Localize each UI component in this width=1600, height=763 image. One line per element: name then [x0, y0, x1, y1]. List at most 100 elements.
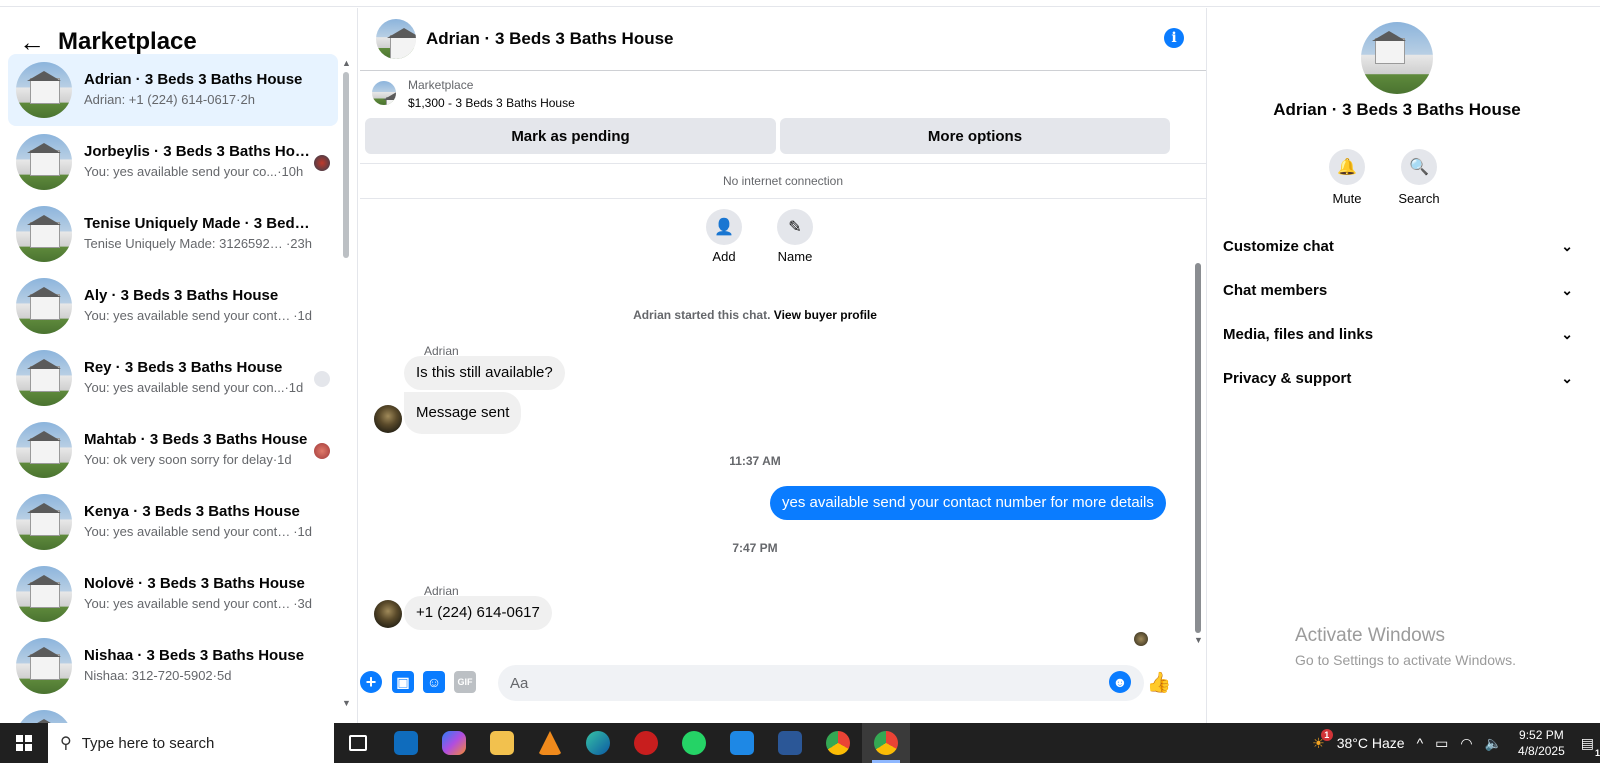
notification-count: 1 [1594, 747, 1600, 758]
chat-scrollbar[interactable]: ▼ [1194, 263, 1203, 653]
news-icon[interactable] [766, 723, 814, 763]
incoming-message[interactable]: Is this still available? [404, 356, 565, 390]
name-label: Name [777, 249, 813, 264]
gif-icon[interactable]: GIF [454, 671, 476, 693]
outgoing-message[interactable]: yes available send your contact number f… [770, 486, 1166, 520]
conversation-item[interactable]: Nolovë · 3 Beds 3 Baths House You: yes a… [8, 558, 338, 630]
notification-icon[interactable]: ▤ 1 [1581, 735, 1600, 758]
scroll-up-icon[interactable]: ▲ [342, 58, 351, 68]
chevron-up-icon[interactable]: ^ [1417, 735, 1424, 751]
scroll-down-icon[interactable]: ▼ [1194, 635, 1203, 645]
emoji-icon[interactable]: ☻ [1109, 671, 1131, 693]
connection-status: No internet connection [360, 163, 1206, 199]
conversation-list: Adrian · 3 Beds 3 Baths House Adrian: +1… [8, 54, 338, 723]
windows-taskbar: ⚲ Type here to search ☀ 1 38°C Haze ^ ▭ ◠… [0, 723, 1600, 763]
activation-watermark-title: Activate Windows [1295, 625, 1445, 646]
messenger-app: ← Marketplace Adrian · 3 Beds 3 Baths Ho… [0, 0, 1600, 723]
incoming-message[interactable]: Message sent [404, 392, 522, 434]
conversation-item[interactable]: Mahtab · 3 Beds 3 Baths House You: ok ve… [8, 414, 338, 486]
app-red-icon[interactable] [622, 723, 670, 763]
conversation-item[interactable]: Jorbeylis · 3 Beds 3 Baths Hou... You: y… [8, 126, 338, 198]
listing-label: Marketplace [408, 78, 474, 92]
name-action[interactable]: ✎ Name [765, 209, 825, 264]
scroll-down-icon[interactable]: ▼ [342, 698, 351, 708]
back-arrow-icon[interactable]: ← [18, 27, 46, 57]
listing-thumb[interactable] [372, 81, 396, 105]
mark-pending-button[interactable]: Mark as pending [365, 118, 776, 154]
info-icon[interactable]: i [1164, 28, 1184, 48]
chat-title[interactable]: Adrian · 3 Beds 3 Baths House [426, 29, 674, 49]
conversation-item[interactable]: Kenya · 3 Beds 3 Baths House You: yes av… [8, 486, 338, 558]
weather-icon[interactable]: ☀ 1 [1312, 728, 1333, 752]
conversation-name: Kenya · 3 Beds 3 Baths House [84, 503, 300, 520]
scroll-thumb[interactable] [343, 72, 349, 258]
conversation-item[interactable]: Tenise Uniquely Made · 3 Beds 3... Tenis… [8, 198, 338, 270]
chat-avatar[interactable] [376, 19, 416, 59]
bell-icon[interactable]: 🔔 [1329, 149, 1365, 185]
conversation-item-partial[interactable] [8, 702, 338, 723]
scroll-thumb[interactable] [1195, 263, 1201, 633]
outlook-icon[interactable] [382, 723, 430, 763]
section-label: Media, files and links [1223, 325, 1374, 343]
vlc-icon[interactable] [526, 723, 574, 763]
edge-icon[interactable] [574, 723, 622, 763]
chrome-profile-icon[interactable] [862, 723, 910, 763]
file-explorer-icon[interactable] [478, 723, 526, 763]
conversation-item[interactable]: Adrian · 3 Beds 3 Baths House Adrian: +1… [8, 54, 338, 126]
view-buyer-profile-link[interactable]: View buyer profile [774, 308, 877, 322]
sticker-icon[interactable]: ☺ [423, 671, 445, 693]
volume-icon[interactable]: 🔈 [1485, 735, 1502, 752]
chevron-down-icon: ⌄ [1561, 281, 1573, 298]
conversation-item[interactable]: Nishaa · 3 Beds 3 Baths House Nishaa: 31… [8, 630, 338, 702]
more-options-button[interactable]: More options [780, 118, 1170, 154]
conversation-item[interactable]: Aly · 3 Beds 3 Baths House You: yes avai… [8, 270, 338, 342]
battery-icon[interactable]: ▭ [1435, 735, 1448, 752]
sidebar-scrollbar[interactable]: ▲ ▼ [342, 58, 351, 718]
section-media-files-links[interactable]: Media, files and links ⌄ [1223, 322, 1573, 346]
listing-price[interactable]: $1,300 - 3 Beds 3 Baths House [408, 96, 575, 110]
section-privacy-support[interactable]: Privacy & support ⌄ [1223, 366, 1573, 390]
conversation-time: ·1d [272, 452, 292, 467]
section-chat-members[interactable]: Chat members ⌄ [1223, 278, 1573, 302]
add-label: Add [712, 249, 736, 264]
mute-action[interactable]: 🔔 Mute [1317, 149, 1377, 206]
add-action[interactable]: 👤 Add [694, 209, 754, 264]
read-receipt-avatar-icon [314, 155, 330, 171]
task-view-icon[interactable] [334, 723, 382, 763]
wifi-icon[interactable]: ◠ [1460, 735, 1472, 752]
sender-avatar[interactable] [374, 600, 402, 628]
details-avatar[interactable] [1361, 22, 1433, 94]
conversation-name: Nishaa · 3 Beds 3 Baths House [84, 647, 305, 664]
weather-text[interactable]: 38°C Haze [1337, 735, 1405, 751]
conversation-time: ·3d [293, 596, 312, 611]
incoming-message[interactable]: +1 (224) 614-0617 [404, 596, 552, 630]
copilot-icon[interactable] [430, 723, 478, 763]
whatsapp-icon[interactable] [670, 723, 718, 763]
conversation-preview: You: yes available send your contac... [84, 596, 294, 611]
add-person-icon[interactable]: 👤 [706, 209, 742, 245]
system-tray: ☀ 1 38°C Haze ^ ▭ ◠ 🔈 9:52 PM 4/8/2025 ▤ 1 [1306, 723, 1600, 763]
conversation-name: Aly · 3 Beds 3 Baths House [84, 287, 279, 304]
message-input[interactable] [498, 665, 1144, 701]
conversation-item[interactable]: Rey · 3 Beds 3 Baths House You: yes avai… [8, 342, 338, 414]
search-action[interactable]: 🔍 Search [1389, 149, 1449, 206]
conversation-preview: You: yes available send your contac... [84, 524, 294, 539]
taskbar-search[interactable]: ⚲ Type here to search [48, 723, 334, 763]
thumbs-up-icon[interactable]: 👍 [1147, 671, 1172, 694]
chrome-icon[interactable] [814, 723, 862, 763]
section-customize-chat[interactable]: Customize chat ⌄ [1223, 234, 1573, 258]
listing-avatar [16, 350, 72, 406]
weather-badge: 1 [1320, 728, 1333, 741]
search-icon[interactable]: 🔍 [1401, 149, 1437, 185]
sender-avatar[interactable] [374, 405, 402, 433]
pencil-icon[interactable]: ✎ [777, 209, 813, 245]
clock[interactable]: 9:52 PM 4/8/2025 [1518, 727, 1565, 759]
conversation-name: Mahtab · 3 Beds 3 Baths House [84, 431, 308, 448]
store-icon[interactable] [718, 723, 766, 763]
photo-icon[interactable]: ▣ [392, 671, 414, 693]
conversation-name: Nolovë · 3 Beds 3 Baths House [84, 575, 305, 592]
plus-circle-icon[interactable]: + [360, 671, 382, 693]
chat-panel: Adrian · 3 Beds 3 Baths House i Marketpl… [360, 8, 1206, 723]
start-button[interactable] [0, 723, 48, 763]
clock-time: 9:52 PM [1519, 728, 1564, 742]
